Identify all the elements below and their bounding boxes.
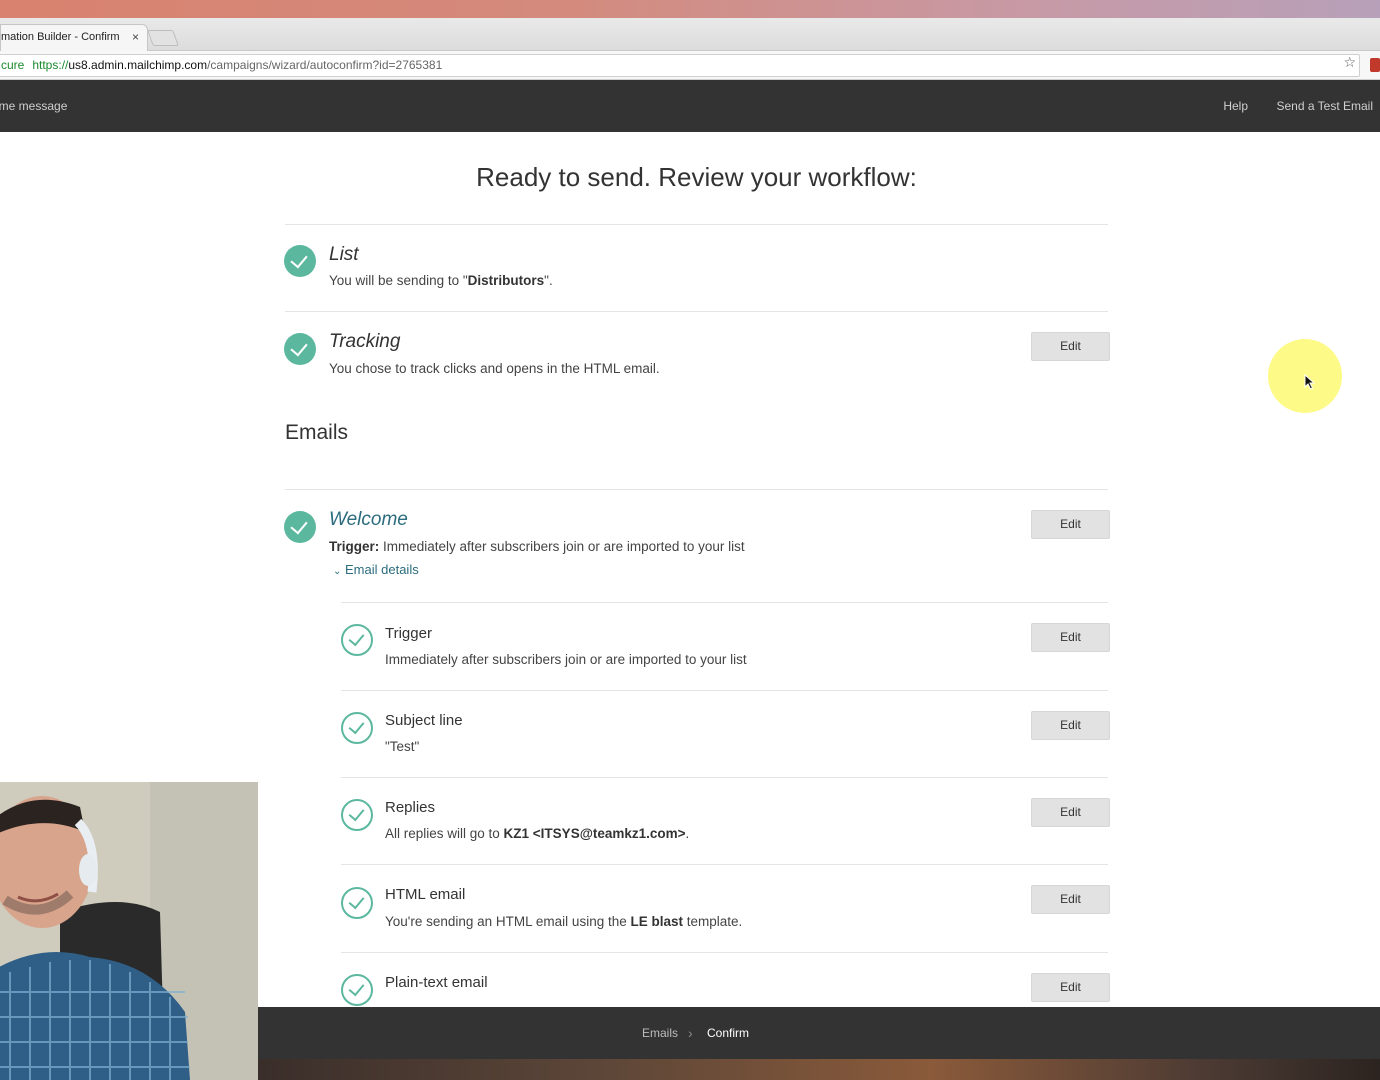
list-description: You will be sending to "Distributors". xyxy=(329,273,553,288)
trigger-label: Trigger: xyxy=(329,539,380,554)
welcome-edit-button[interactable]: Edit xyxy=(1031,510,1110,539)
detail-desc-trigger: Immediately after subscribers join or ar… xyxy=(385,652,747,667)
webcam-overlay xyxy=(0,782,258,1080)
check-outline-icon xyxy=(341,974,373,1006)
check-outline-icon xyxy=(341,887,373,919)
check-icon xyxy=(284,245,316,277)
url-scheme: https:// xyxy=(32,58,69,72)
divider xyxy=(341,952,1108,953)
app-header: ome message Help Send a Test Email xyxy=(0,80,1380,132)
browser-tabstrip: mation Builder - Confirm | × xyxy=(0,18,1380,51)
workflow-name[interactable]: ome message xyxy=(0,80,67,132)
send-test-email-link[interactable]: Send a Test Email xyxy=(1277,80,1374,132)
divider xyxy=(341,777,1108,778)
replies-suffix: . xyxy=(685,826,690,841)
html-prefix: You're sending an HTML email using the xyxy=(385,914,631,929)
chevron-down-icon: ⌄ xyxy=(333,566,342,577)
tracking-edit-button[interactable]: Edit xyxy=(1031,332,1110,361)
trigger-text: Immediately after subscribers join or ar… xyxy=(379,539,745,554)
detail-desc-replies: All replies will go to KZ1 <ITSYS@teamkz… xyxy=(385,826,689,841)
wizard-breadcrumb-bar: Emails › Confirm xyxy=(258,1007,1380,1059)
detail-title-subject: Subject line xyxy=(385,712,463,729)
browser-tab[interactable]: mation Builder - Confirm | × xyxy=(0,24,148,51)
check-icon xyxy=(284,333,316,365)
address-bar[interactable]: cure https://us8.admin.mailchimp.com/camp… xyxy=(0,54,1360,77)
breadcrumb-confirm[interactable]: Confirm xyxy=(707,1007,749,1059)
page-title: Ready to send. Review your workflow: xyxy=(476,162,917,192)
detail-desc-subject: "Test" xyxy=(385,739,420,754)
check-outline-icon xyxy=(341,624,373,656)
list-desc-prefix: You will be sending to " xyxy=(329,273,468,288)
template-name: LE blast xyxy=(630,914,683,929)
list-name: Distributors xyxy=(467,273,545,288)
bookmark-star-icon[interactable]: ☆ xyxy=(1343,54,1356,71)
url-path: /campaigns/wizard/autoconfirm?id=2765381 xyxy=(207,58,443,72)
divider xyxy=(285,311,1108,312)
breadcrumb-emails[interactable]: Emails xyxy=(642,1007,678,1059)
emails-heading: Emails xyxy=(285,421,349,444)
extension-icon[interactable] xyxy=(1370,58,1380,72)
detail-title-plaintext: Plain-text email xyxy=(385,974,488,991)
replies-prefix: All replies will go to xyxy=(385,826,504,841)
divider xyxy=(285,489,1108,490)
security-indicator[interactable]: cure xyxy=(1,58,24,72)
list-desc-suffix: ". xyxy=(544,273,553,288)
reply-address: KZ1 <ITSYS@teamkz1.com> xyxy=(503,826,686,841)
email-details-label: Email details xyxy=(345,562,419,577)
welcome-trigger: Trigger: Immediately after subscribers j… xyxy=(329,539,745,554)
detail-title-trigger: Trigger xyxy=(385,625,432,642)
detail-title-replies: Replies xyxy=(385,799,436,816)
browser-tab-title: mation Builder - Confirm | xyxy=(1,31,123,43)
trigger-edit-button[interactable]: Edit xyxy=(1031,623,1110,652)
divider xyxy=(341,864,1108,865)
tracking-description: You chose to track clicks and opens in t… xyxy=(329,361,660,376)
email-details-toggle[interactable]: ⌄ Email details xyxy=(333,562,419,577)
subject-edit-button[interactable]: Edit xyxy=(1031,711,1110,740)
divider xyxy=(285,224,1108,225)
help-link[interactable]: Help xyxy=(1223,80,1248,132)
plaintext-edit-button[interactable]: Edit xyxy=(1031,973,1110,1002)
divider xyxy=(341,602,1108,603)
url-host: us8.admin.mailchimp.com xyxy=(68,58,208,72)
html-suffix: template. xyxy=(683,914,743,929)
mouse-pointer-icon xyxy=(1304,374,1316,390)
webcam-person-image xyxy=(0,782,258,1080)
desktop-wallpaper-top xyxy=(0,0,1380,18)
new-tab-button[interactable] xyxy=(147,30,179,46)
divider xyxy=(341,690,1108,691)
check-outline-icon xyxy=(341,712,373,744)
detail-desc-html: You're sending an HTML email using the L… xyxy=(385,914,742,929)
check-icon xyxy=(284,511,316,543)
close-icon[interactable]: × xyxy=(132,25,139,49)
check-outline-icon xyxy=(341,799,373,831)
detail-title-html: HTML email xyxy=(385,886,466,903)
desktop-wallpaper-bottom xyxy=(258,1059,1380,1080)
html-edit-button[interactable]: Edit xyxy=(1031,885,1110,914)
breadcrumb-separator-icon: › xyxy=(688,1025,693,1041)
list-section-title: List xyxy=(329,244,359,265)
welcome-email-title[interactable]: Welcome xyxy=(329,509,408,531)
browser-toolbar: cure https://us8.admin.mailchimp.com/camp… xyxy=(0,51,1380,80)
tracking-section-title: Tracking xyxy=(329,331,401,352)
replies-edit-button[interactable]: Edit xyxy=(1031,798,1110,827)
